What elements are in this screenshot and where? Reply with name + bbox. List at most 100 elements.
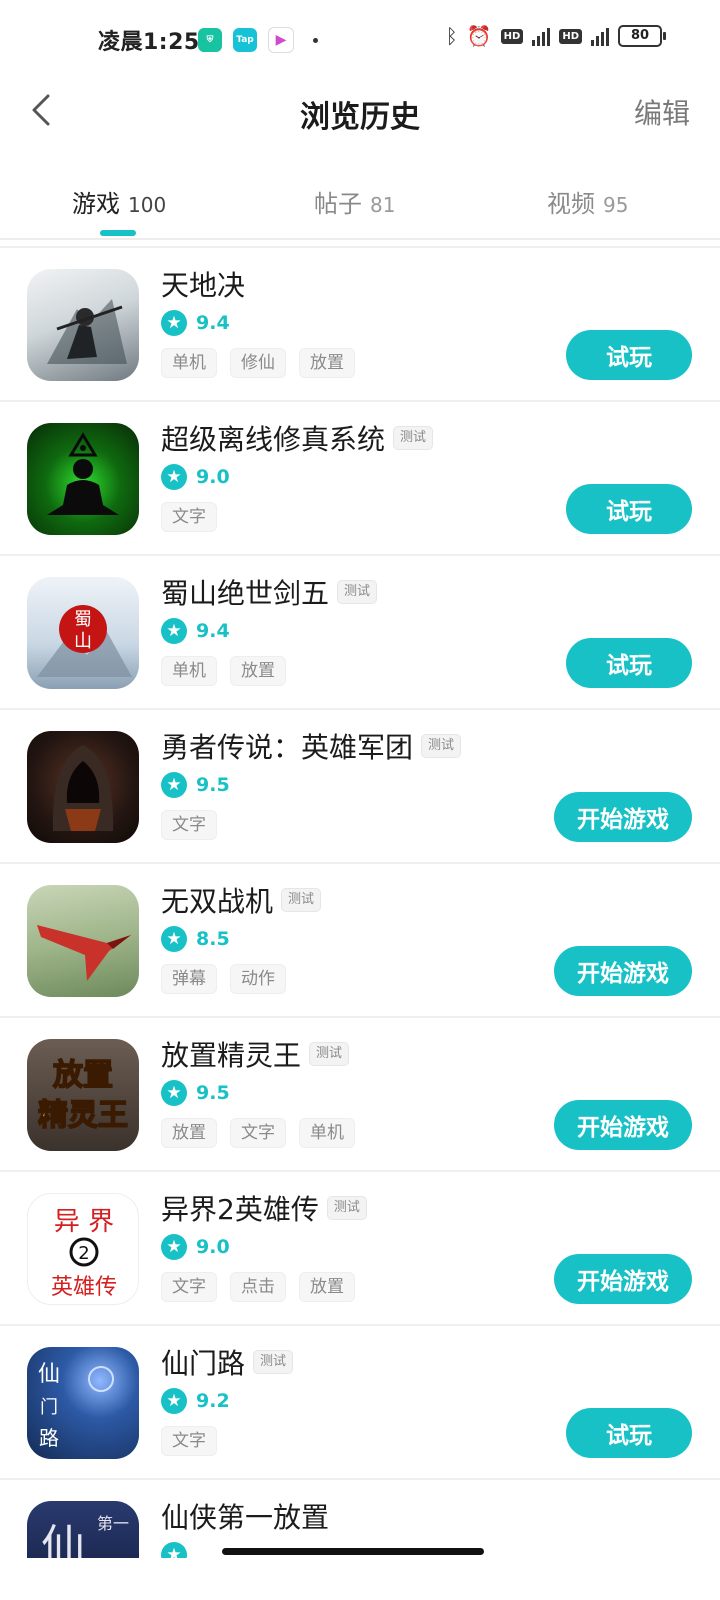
game-icon[interactable]: 仙 第一 [27,1501,139,1558]
game-icon[interactable]: 异 界 2 英雄传 [27,1193,139,1305]
bluetooth-icon: ᛒ [445,24,458,48]
game-list-item[interactable]: 超级离线修真系统 测试 ★ 9.0 文字 试玩 [0,400,720,554]
tag-list: 放置 文字 单机 [161,1118,355,1148]
try-play-button[interactable]: 试玩 [566,330,692,380]
tab-bar: 游戏 100 帖子 81 视频 95 [0,170,720,240]
game-name: 无双战机 测试 [161,880,322,920]
tag-list: 弹幕 动作 [161,964,286,994]
game-list-item[interactable]: 放置 精灵王 放置精灵王 测试 ★ 9.5 放置 文字 单机 开始游戏 [0,1016,720,1170]
hd-icon: HD [500,28,524,44]
taptap-app-icon: Tap [233,28,257,52]
test-badge: 测试 [393,426,434,450]
test-badge: 测试 [326,1196,367,1220]
star-icon: ★ [161,1388,187,1414]
rating-value: 9.0 [196,466,230,488]
tab-games[interactable]: 游戏 100 [72,184,166,219]
notification-dot-icon [313,37,318,43]
tag-list: 单机 修仙 放置 [161,348,355,378]
try-play-button[interactable]: 试玩 [566,1408,692,1458]
try-play-button[interactable]: 试玩 [566,484,692,534]
header: 浏览历史 编辑 [0,80,720,170]
rating: ★ 9.4 [161,310,230,336]
test-badge: 测试 [337,580,378,604]
game-name: 仙侠第一放置 [161,1496,329,1536]
tag: 文字 [161,810,217,840]
tab-videos[interactable]: 视频 95 [547,184,628,219]
tag-list: 文字 [161,810,217,840]
page-title: 浏览历史 [300,100,420,135]
game-list-item[interactable]: 蜀 山 蜀山绝世剑五 测试 ★ 9.4 单机 放置 试玩 [0,554,720,708]
tag: 文字 [161,502,217,532]
rating-value: 8.5 [196,928,230,950]
tag: 单机 [161,656,217,686]
game-title: 仙侠第一放置 [161,1501,330,1534]
status-time: 凌晨1:25 [98,30,200,55]
icon-text: 放置 [52,1058,113,1093]
game-title: 放置精灵王 [161,1039,302,1072]
game-list-item[interactable]: 仙 门 路 仙门路 测试 ★ 9.2 文字 试玩 [0,1324,720,1478]
test-badge: 测试 [309,1042,350,1066]
start-game-button[interactable]: 开始游戏 [554,946,692,996]
tab-label: 游戏 [72,190,120,218]
game-icon[interactable] [27,269,139,381]
tag: 放置 [299,348,355,378]
home-indicator[interactable] [222,1548,484,1555]
game-name: 异界2英雄传 测试 [161,1188,367,1228]
star-icon: ★ [161,464,187,490]
star-icon: ★ [161,1080,187,1106]
star-icon: ★ [161,772,187,798]
game-icon[interactable] [27,731,139,843]
star-icon: ★ [161,1542,187,1558]
game-name: 超级离线修真系统 测试 [161,418,434,458]
tag: 文字 [230,1118,286,1148]
tag: 放置 [299,1272,355,1302]
tag: 单机 [299,1118,355,1148]
try-play-button[interactable]: 试玩 [566,638,692,688]
play-app-icon: ▶ [268,27,294,53]
tag-list: 单机 放置 [161,656,286,686]
tag: 修仙 [230,348,286,378]
svg-text:路: 路 [39,1426,59,1450]
hd-icon-2: HD [559,28,582,44]
icon-text: 第一 [97,1514,129,1533]
tag: 文字 [161,1426,217,1456]
star-icon: ★ [161,310,187,336]
game-list-item[interactable]: 天地决 ★ 9.4 单机 修仙 放置 试玩 [0,246,720,400]
game-list-item[interactable]: 勇者传说：英雄军团 测试 ★ 9.5 文字 开始游戏 [0,708,720,862]
game-title: 异界2英雄传 [161,1193,319,1226]
tab-posts[interactable]: 帖子 81 [314,184,395,219]
tag-list: 文字 点击 放置 [161,1272,355,1302]
rating-value: 9.5 [196,774,230,796]
game-list-item[interactable]: 仙 第一 仙侠第一放置 ★ [0,1478,720,1558]
rating: ★ 9.2 [161,1388,230,1414]
active-tab-indicator [100,230,136,236]
game-list-item[interactable]: 无双战机 测试 ★ 8.5 弹幕 动作 开始游戏 [0,862,720,1016]
star-icon: ★ [161,618,187,644]
start-game-button[interactable]: 开始游戏 [554,792,692,842]
tab-label: 视频 [547,190,595,218]
star-icon: ★ [161,1234,187,1260]
game-title: 勇者传说：英雄军团 [161,731,414,764]
game-icon[interactable] [27,423,139,535]
game-icon[interactable] [27,885,139,997]
game-name: 勇者传说：英雄军团 测试 [161,726,462,766]
rating-value: 9.5 [196,1082,230,1104]
tag: 弹幕 [161,964,217,994]
test-badge: 测试 [421,734,462,758]
game-title: 蜀山绝世剑五 [161,577,330,610]
game-name: 仙门路 测试 [161,1342,294,1382]
icon-text: 山 [74,631,92,652]
game-icon[interactable]: 蜀 山 [27,577,139,689]
game-icon[interactable]: 仙 门 路 [27,1347,139,1459]
game-title: 仙门路 [161,1347,246,1380]
game-icon[interactable]: 放置 精灵王 [27,1039,139,1151]
tag-list: 文字 [161,1426,217,1456]
edit-button[interactable]: 编辑 [634,92,690,132]
start-game-button[interactable]: 开始游戏 [554,1254,692,1304]
rating: ★ [161,1542,187,1558]
start-game-button[interactable]: 开始游戏 [554,1100,692,1150]
game-list-item[interactable]: 异 界 2 英雄传 异界2英雄传 测试 ★ 9.0 文字 点击 放置 开始游戏 [0,1170,720,1324]
rating: ★ 9.0 [161,1234,230,1260]
icon-text: 英雄传 [51,1275,117,1300]
game-name: 放置精灵王 测试 [161,1034,350,1074]
